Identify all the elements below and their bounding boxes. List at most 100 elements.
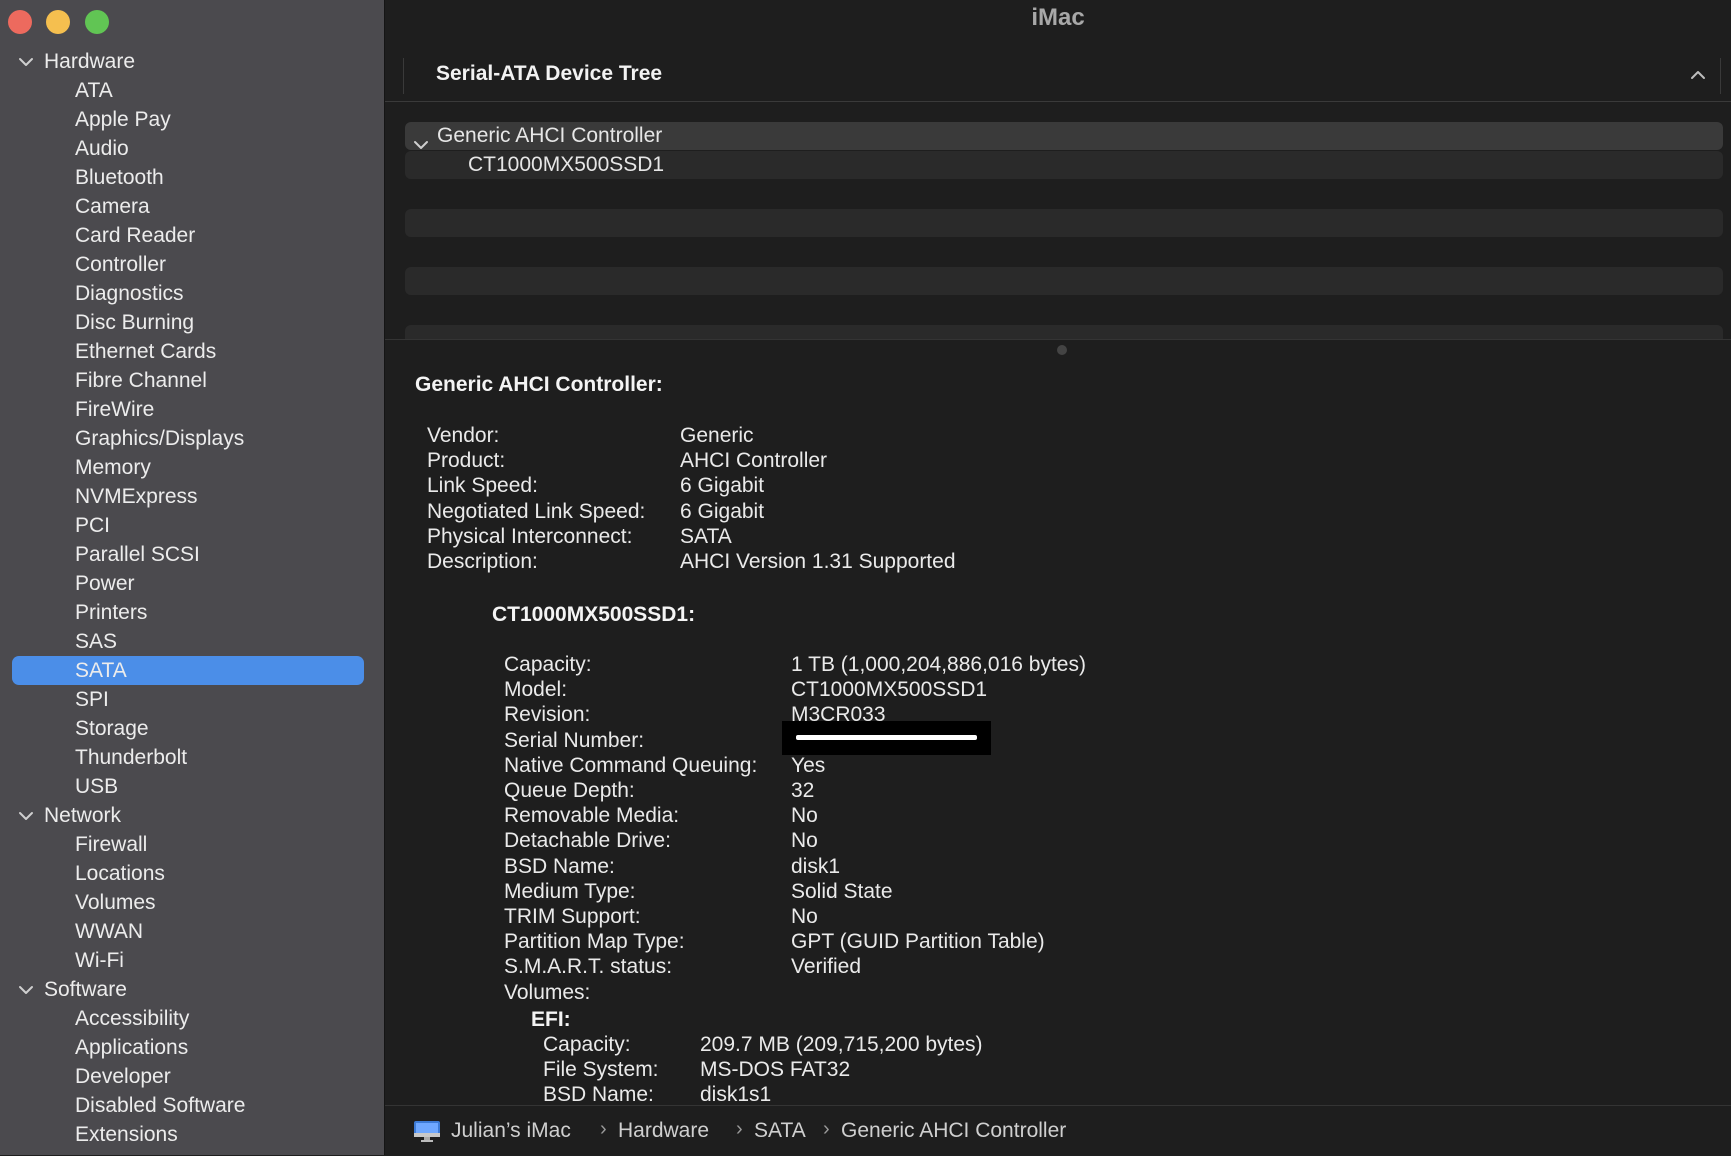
sidebar-item-applications[interactable]: Applications xyxy=(0,1033,384,1062)
sidebar-item-label: Apple Pay xyxy=(75,108,171,131)
sidebar-item-pci[interactable]: PCI xyxy=(0,511,384,540)
sidebar-item-camera[interactable]: Camera xyxy=(0,192,384,221)
breadcrumb-item[interactable]: Generic AHCI Controller xyxy=(841,1119,1066,1143)
property-label: BSD Name: xyxy=(504,854,615,878)
tree-row-controller-label: Generic AHCI Controller xyxy=(437,124,663,147)
property-label: Medium Type: xyxy=(504,879,636,903)
minimize-window-button[interactable] xyxy=(46,10,70,34)
breadcrumb-item[interactable]: SATA xyxy=(754,1119,806,1143)
sidebar-item-apple-pay[interactable]: Apple Pay xyxy=(0,105,384,134)
sidebar-item-sas[interactable]: SAS xyxy=(0,627,384,656)
breadcrumb-separator-icon: › xyxy=(736,1118,743,1140)
sidebar-item-label: Fibre Channel xyxy=(75,369,207,392)
sidebar-item-fibre-channel[interactable]: Fibre Channel xyxy=(0,366,384,395)
property-label: Description: xyxy=(427,550,538,573)
device-title: CT1000MX500SSD1: xyxy=(492,603,696,626)
sidebar-item-printers[interactable]: Printers xyxy=(0,598,384,627)
sidebar-item-developer[interactable]: Developer xyxy=(0,1062,384,1091)
property-value: Verified xyxy=(791,955,862,979)
sidebar-item-label: Locations xyxy=(75,862,165,885)
sidebar-item-label: Accessibility xyxy=(75,1007,190,1030)
sidebar-item-bluetooth[interactable]: Bluetooth xyxy=(0,163,384,192)
sidebar-item-accessibility[interactable]: Accessibility xyxy=(0,1004,384,1033)
chevron-down-icon[interactable] xyxy=(18,975,36,1004)
close-window-button[interactable] xyxy=(8,10,32,34)
sidebar-list: Hardware ATA Apple Pay Audio Bluetooth Camera… xyxy=(0,47,384,1149)
sidebar-item-extensions[interactable]: Extensions xyxy=(0,1120,384,1149)
sidebar-item-diagnostics[interactable]: Diagnostics xyxy=(0,279,384,308)
chevron-down-icon[interactable] xyxy=(18,801,36,830)
property-label: Removable Media: xyxy=(504,804,680,828)
sidebar-item-spi[interactable]: SPI xyxy=(0,685,384,714)
sidebar-item-disc-burning[interactable]: Disc Burning xyxy=(0,308,384,337)
main-pane: iMac Serial-ATA Device Tree Generic AHCI… xyxy=(385,0,1731,1156)
breadcrumb-item[interactable]: Julian’s iMac xyxy=(451,1119,571,1143)
divider-handle[interactable] xyxy=(1057,345,1067,355)
sidebar-item-label: USB xyxy=(75,775,119,798)
sidebar-item-audio[interactable]: Audio xyxy=(0,134,384,163)
tree-header-divider xyxy=(385,101,1731,102)
sidebar-item-usb[interactable]: USB xyxy=(0,772,384,801)
property-label: Physical Interconnect: xyxy=(427,524,633,548)
breadcrumb-separator-icon: › xyxy=(600,1118,607,1140)
sidebar-item-sata[interactable]: SATA xyxy=(0,656,384,685)
sidebar-item-nvmexpress[interactable]: NVMExpress xyxy=(0,482,384,511)
sidebar-item-disabled-software[interactable]: Disabled Software xyxy=(0,1091,384,1120)
sidebar-item-storage[interactable]: Storage xyxy=(0,714,384,743)
property-value: AHCI Controller xyxy=(680,449,828,473)
sidebar-item-wwan[interactable]: WWAN xyxy=(0,917,384,946)
sidebar-item-firewire[interactable]: FireWire xyxy=(0,395,384,424)
detail-pane: Generic AHCI Controller: Vendor: Generic Pr… xyxy=(385,360,1731,1105)
tree-column-header[interactable]: Serial-ATA Device Tree xyxy=(403,58,1721,94)
property-value: disk1s1 xyxy=(700,1083,772,1105)
property-label: Model: xyxy=(504,678,568,702)
chevron-down-icon[interactable] xyxy=(18,47,36,76)
sidebar-item-wi-fi[interactable]: Wi-Fi xyxy=(0,946,384,975)
tree-row-device[interactable]: CT1000MX500SSD1 xyxy=(405,151,1723,179)
sidebar-item-power[interactable]: Power xyxy=(0,569,384,598)
tree-row-controller[interactable]: Generic AHCI Controller xyxy=(405,122,1723,150)
sidebar-item-locations[interactable]: Locations xyxy=(0,859,384,888)
property-label: TRIM Support: xyxy=(504,905,641,928)
redaction-bar xyxy=(796,734,977,740)
property-value: SATA xyxy=(680,524,732,548)
sidebar-section-software[interactable]: Software xyxy=(0,975,384,1004)
sidebar-item-label: Controller xyxy=(75,253,167,276)
sidebar-item-label: SAS xyxy=(75,630,118,653)
split-view-divider[interactable] xyxy=(385,339,1731,360)
sidebar-section-label: Hardware xyxy=(44,50,136,73)
sidebar-section-network[interactable]: Network xyxy=(0,801,384,830)
sidebar-item-label: SATA xyxy=(75,659,127,682)
property-value: CT1000MX500SSD1 xyxy=(791,678,988,702)
zoom-window-button[interactable] xyxy=(85,10,109,34)
tree-row-empty xyxy=(405,325,1723,339)
sidebar-item-label: FireWire xyxy=(75,398,155,421)
sidebar-item-ata[interactable]: ATA xyxy=(0,76,384,105)
property-label: S.M.A.R.T. status: xyxy=(504,955,673,979)
chevron-up-icon[interactable] xyxy=(1690,68,1706,86)
sidebar-item-label: ATA xyxy=(75,79,113,102)
sidebar-item-firewall[interactable]: Firewall xyxy=(0,830,384,859)
sidebar-item-ethernet-cards[interactable]: Ethernet Cards xyxy=(0,337,384,366)
property-label: Queue Depth: xyxy=(504,779,635,802)
property-value: AHCI Version 1.31 Supported xyxy=(680,550,956,573)
breadcrumb-item[interactable]: Hardware xyxy=(618,1119,709,1143)
sidebar-item-label: Thunderbolt xyxy=(75,746,188,769)
sidebar-section-hardware[interactable]: Hardware xyxy=(0,47,384,76)
sidebar-item-parallel-scsi[interactable]: Parallel SCSI xyxy=(0,540,384,569)
sidebar-item-label: Volumes xyxy=(75,891,156,914)
sidebar-item-controller[interactable]: Controller xyxy=(0,250,384,279)
sidebar-item-thunderbolt[interactable]: Thunderbolt xyxy=(0,743,384,772)
sidebar-item-card-reader[interactable]: Card Reader xyxy=(0,221,384,250)
property-label: Serial Number: xyxy=(504,728,645,752)
sidebar-section-label: Software xyxy=(44,978,127,1001)
sidebar-item-graphics-displays[interactable]: Graphics/Displays xyxy=(0,424,384,453)
sidebar-item-memory[interactable]: Memory xyxy=(0,453,384,482)
property-value: 6 Gigabit xyxy=(680,474,765,498)
controller-title: Generic AHCI Controller: xyxy=(415,373,663,396)
sidebar-item-volumes[interactable]: Volumes xyxy=(0,888,384,917)
property-label: Volumes: xyxy=(504,980,591,1004)
property-value: 6 Gigabit xyxy=(680,499,765,523)
path-bar: Julian’s iMac › Hardware › SATA › Generic AHCI… xyxy=(385,1105,1731,1156)
sidebar-item-label: Graphics/Displays xyxy=(75,427,245,450)
